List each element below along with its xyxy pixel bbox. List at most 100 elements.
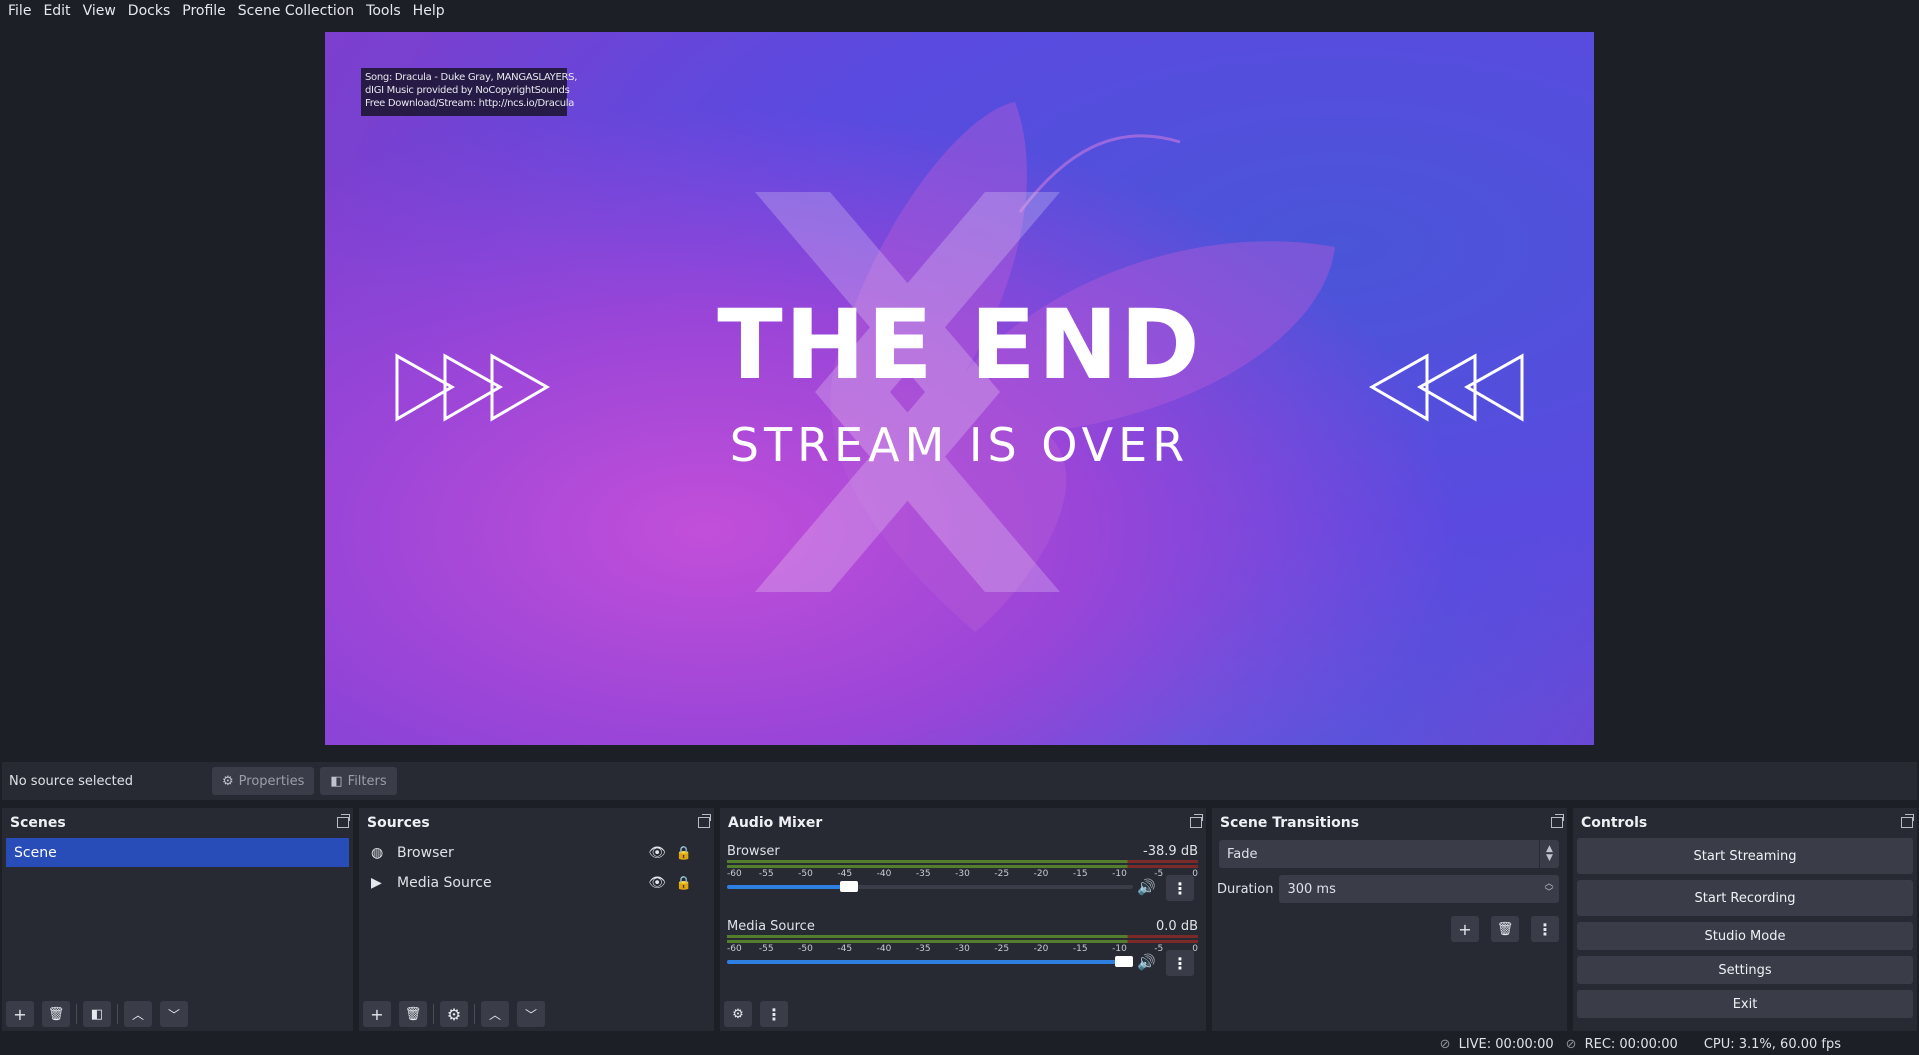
undock-icon[interactable] bbox=[337, 814, 350, 828]
volume-slider-handle[interactable] bbox=[1115, 956, 1133, 967]
gears-icon: ⚙ bbox=[732, 1006, 744, 1022]
duration-value: 300 ms bbox=[1287, 881, 1336, 897]
meter-ticks: -60 -55 -50 -45 -40 -35 -30 -25 -20 -15 -10 -5 0 bbox=[727, 869, 1198, 881]
undock-icon[interactable] bbox=[1901, 814, 1914, 828]
menu-help[interactable]: Help bbox=[407, 3, 451, 19]
start-recording-button[interactable]: Start Recording bbox=[1577, 880, 1913, 916]
play-icon: ▶ bbox=[371, 875, 382, 891]
settings-button[interactable]: Settings bbox=[1577, 956, 1913, 984]
visibility-eye-icon[interactable]: 👁 bbox=[648, 845, 666, 861]
live-signal-icon: ⊘ bbox=[1439, 1037, 1451, 1052]
audio-mixer-dock: Audio Mixer Browser -38.9 dB -60 -55 -50 -4… bbox=[720, 808, 1206, 1031]
undock-icon[interactable] bbox=[1551, 814, 1564, 828]
chevron-up-icon: ︿ bbox=[488, 1007, 501, 1022]
undock-icon[interactable] bbox=[698, 814, 711, 828]
meter-tick-label: -30 bbox=[955, 944, 970, 954]
start-streaming-button[interactable]: Start Streaming bbox=[1577, 838, 1913, 874]
meter-tick-label: -40 bbox=[876, 944, 892, 954]
properties-button[interactable]: ⚙ Properties bbox=[212, 767, 315, 795]
volume-slider-handle[interactable] bbox=[839, 881, 858, 892]
source-item-media-source[interactable]: ▶ Media Source 👁 🔒 bbox=[359, 868, 714, 898]
volume-slider[interactable] bbox=[727, 881, 1133, 892]
filters-button[interactable]: ◧ Filters bbox=[320, 767, 397, 795]
add-source-button[interactable]: + bbox=[363, 1001, 391, 1027]
duration-row: Duration 300 ms ︿ ﹀ bbox=[1217, 875, 1559, 903]
move-source-down-button[interactable]: ﹀ bbox=[517, 1001, 545, 1027]
studio-mode-button[interactable]: Studio Mode bbox=[1577, 922, 1913, 950]
meter-tick-label: -55 bbox=[758, 944, 774, 954]
meter-ticks: -60 -55 -50 -45 -40 -35 -30 -25 -20 -15 -10 -5 0 bbox=[727, 944, 1198, 956]
move-source-up-button[interactable]: ︿ bbox=[481, 1001, 509, 1027]
credit-line: Song: Dracula - Duke Gray, MANGASLAYERS, bbox=[365, 72, 578, 83]
controls-title: Controls bbox=[1573, 808, 1917, 838]
meter-tick-label: -30 bbox=[955, 869, 970, 879]
scenes-toolbar: + 🗑 ◧ ︿ ﹀ bbox=[6, 1001, 196, 1027]
volume-slider-fill bbox=[727, 885, 849, 889]
volume-meter bbox=[727, 860, 1198, 868]
spin-arrows-icon[interactable]: ︿ ﹀ bbox=[1539, 875, 1559, 903]
sources-toolbar: + 🗑 ⚙ ︿ ﹀ bbox=[363, 1001, 553, 1027]
audio-mixer-title: Audio Mixer bbox=[720, 808, 1206, 838]
meter-tick-label: -10 bbox=[1112, 944, 1127, 954]
volume-slider[interactable] bbox=[727, 956, 1133, 967]
duration-spinbox[interactable]: 300 ms ︿ ﹀ bbox=[1279, 875, 1559, 903]
mixer-menu-button[interactable]: ⋮ bbox=[760, 1001, 788, 1027]
remove-transition-button[interactable]: 🗑 bbox=[1491, 916, 1519, 942]
visibility-eye-icon[interactable]: 👁 bbox=[648, 875, 666, 891]
menu-tools[interactable]: Tools bbox=[360, 3, 407, 19]
preview-canvas[interactable]: Song: Dracula - Duke Gray, MANGASLAYERS,… bbox=[325, 32, 1594, 745]
sources-title: Sources bbox=[359, 808, 714, 838]
kebab-icon: ⋮ bbox=[766, 1004, 782, 1024]
trash-icon: 🗑 bbox=[1496, 921, 1514, 937]
meter-tick-label: -25 bbox=[994, 869, 1010, 879]
remove-scene-button[interactable]: 🗑 bbox=[42, 1001, 70, 1027]
transitions-title-text: Scene Transitions bbox=[1220, 815, 1360, 831]
move-scene-up-button[interactable]: ︿ bbox=[124, 1001, 152, 1027]
channel-menu-button[interactable]: ⋮ bbox=[1166, 875, 1194, 901]
speaker-icon[interactable]: 🔊 bbox=[1137, 953, 1156, 971]
scene-transitions-dock: Scene Transitions Fade ▲ ▼ Duration 300 m… bbox=[1212, 808, 1567, 1031]
remove-source-button[interactable]: 🗑 bbox=[399, 1001, 427, 1027]
lock-icon[interactable]: 🔒 bbox=[676, 846, 692, 861]
meter-tick-label: -25 bbox=[994, 944, 1010, 954]
scene-filters-button[interactable]: ◧ bbox=[83, 1001, 111, 1027]
meter-tick-label: -55 bbox=[758, 869, 774, 879]
add-scene-button[interactable]: + bbox=[6, 1001, 34, 1027]
exit-button[interactable]: Exit bbox=[1577, 990, 1913, 1018]
menu-docks[interactable]: Docks bbox=[122, 3, 176, 19]
kebab-icon: ⋮ bbox=[1537, 919, 1553, 939]
lock-icon[interactable]: 🔒 bbox=[676, 876, 692, 891]
advanced-audio-button[interactable]: ⚙ bbox=[724, 1001, 752, 1027]
menu-view[interactable]: View bbox=[77, 3, 122, 19]
undock-icon[interactable] bbox=[1190, 814, 1203, 828]
source-item-browser[interactable]: ◍ Browser 👁 🔒 bbox=[359, 838, 714, 868]
source-properties-button[interactable]: ⚙ bbox=[440, 1001, 468, 1027]
duration-label: Duration bbox=[1217, 881, 1274, 897]
meter-tick-label: -15 bbox=[1072, 869, 1088, 879]
plus-icon: + bbox=[1458, 919, 1472, 939]
globe-icon: ◍ bbox=[371, 845, 384, 861]
menu-file[interactable]: File bbox=[2, 3, 37, 19]
menu-scene-collection[interactable]: Scene Collection bbox=[232, 3, 360, 19]
rec-icon: ⊘ bbox=[1565, 1037, 1577, 1052]
meter-tick-label: -60 bbox=[727, 869, 742, 879]
scene-list-item[interactable]: Scene bbox=[6, 838, 349, 867]
transition-select[interactable]: Fade ▲ ▼ bbox=[1219, 840, 1559, 868]
move-scene-down-button[interactable]: ﹀ bbox=[160, 1001, 188, 1027]
kebab-icon: ⋮ bbox=[1172, 953, 1188, 973]
transition-menu-button[interactable]: ⋮ bbox=[1531, 916, 1559, 942]
add-transition-button[interactable]: + bbox=[1451, 916, 1479, 942]
meter-tick-label: -20 bbox=[1033, 944, 1049, 954]
selected-source-label: No source selected bbox=[9, 773, 133, 789]
gear-icon: ⚙ bbox=[446, 1004, 462, 1024]
filters-label: Filters bbox=[347, 773, 387, 789]
plus-icon: + bbox=[13, 1004, 27, 1024]
menu-edit[interactable]: Edit bbox=[37, 3, 76, 19]
transitions-toolbar: + 🗑 ⋮ bbox=[1439, 916, 1559, 942]
meter-tick-label: -45 bbox=[837, 944, 853, 954]
toolbar-divider bbox=[474, 1004, 475, 1024]
meter-tick-label: -50 bbox=[798, 944, 813, 954]
speaker-icon[interactable]: 🔊 bbox=[1137, 878, 1156, 896]
channel-menu-button[interactable]: ⋮ bbox=[1166, 950, 1194, 976]
menu-profile[interactable]: Profile bbox=[176, 3, 232, 19]
